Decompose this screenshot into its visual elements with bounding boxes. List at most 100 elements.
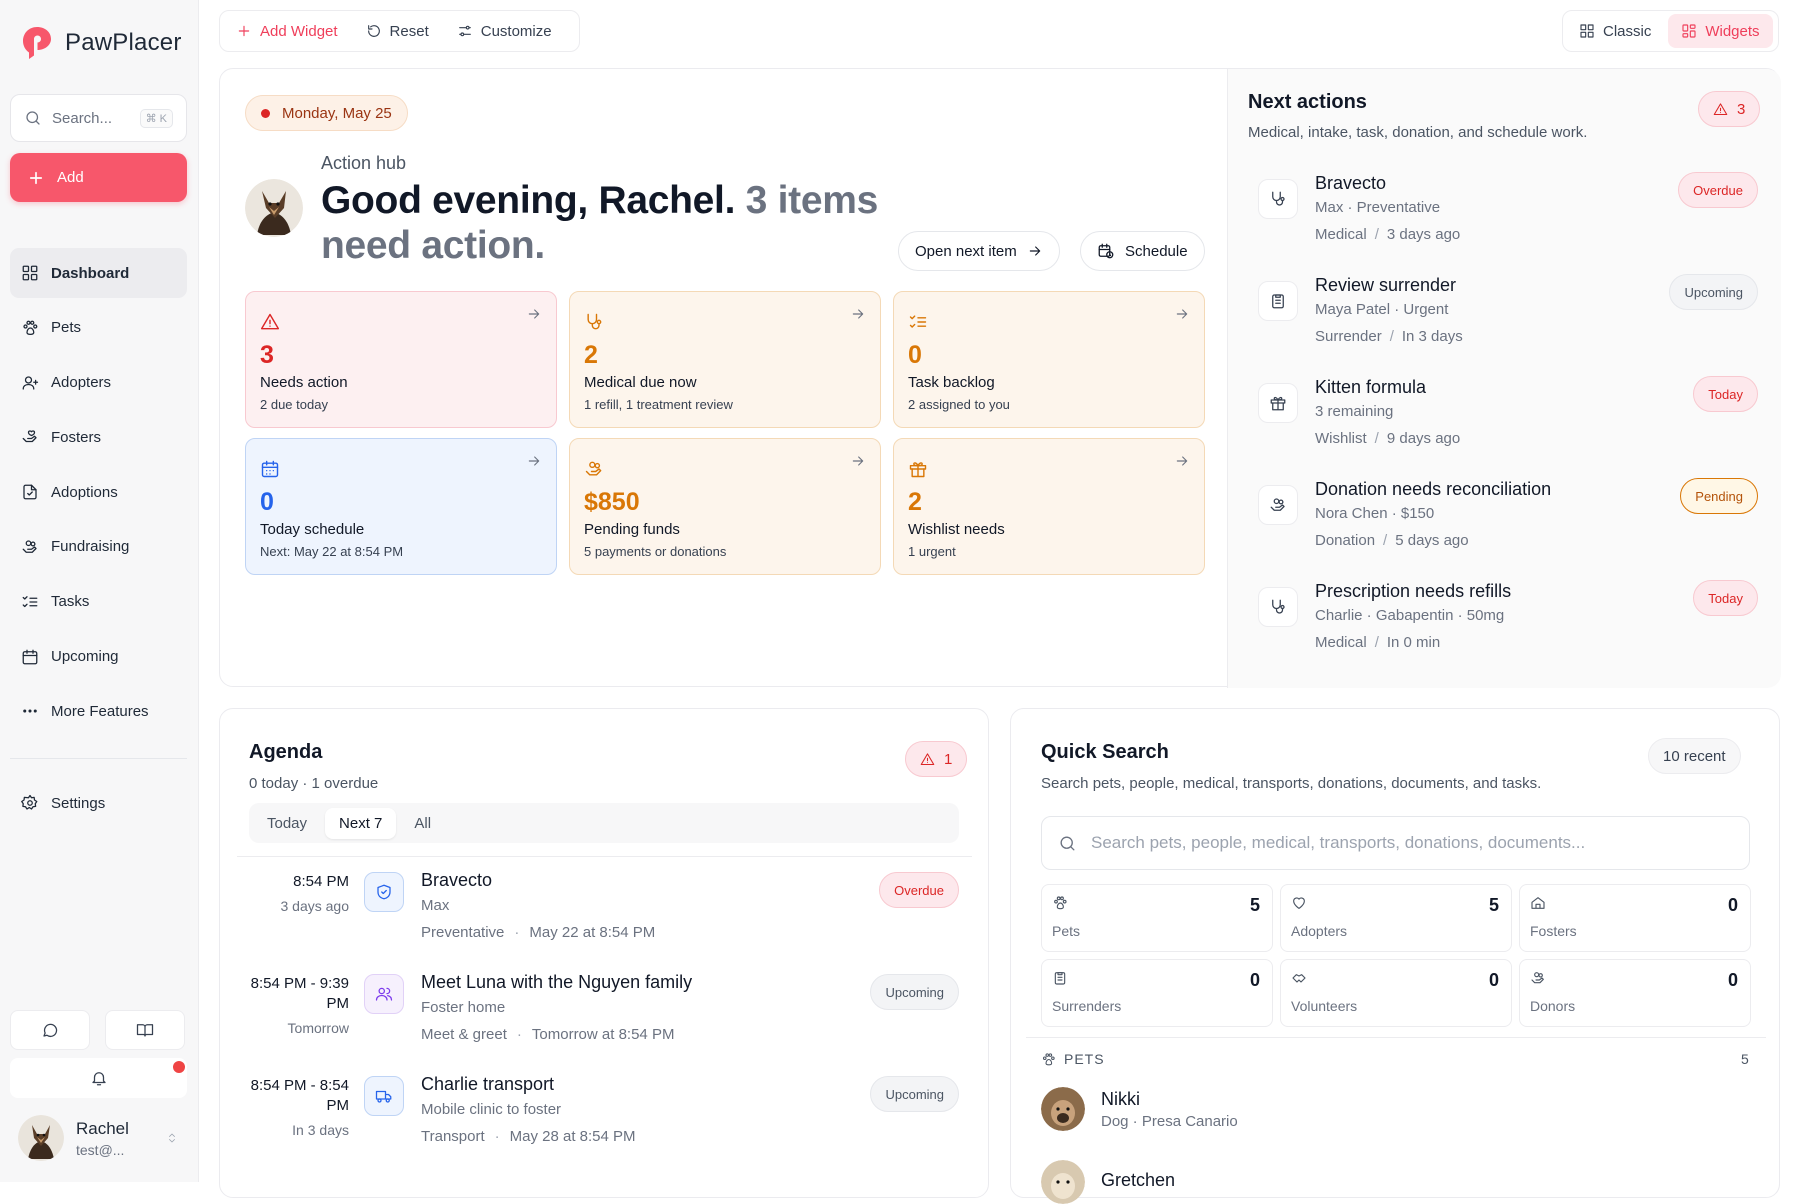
tile-sub: 1 urgent [908,544,956,559]
sidebar-item-dashboard[interactable]: Dashboard [10,248,187,298]
user-menu[interactable]: Rachel test@... [18,1115,178,1161]
view-classic-label: Classic [1603,22,1652,40]
sidebar-item-more-features[interactable]: More Features [10,686,187,736]
sidebar-item-label: Tasks [51,593,90,611]
sidebar-search[interactable]: Search... ⌘ K [10,94,187,142]
add-widget-button[interactable]: Add Widget [236,23,338,40]
action-hub-card: Monday, May 25 Action hub Good evening, … [219,68,1781,688]
action-meta: Donation/5 days ago [1315,532,1469,549]
tab-next-7[interactable]: Next 7 [325,807,397,839]
needs-action-tile[interactable]: 3 Needs action 2 due today [245,291,557,428]
gift-icon [909,462,927,478]
agenda-meta: Transport · May 28 at 8:54 PM [421,1128,636,1145]
action-title: Prescription needs refills [1315,581,1512,601]
agenda-detail: Mobile clinic to foster [421,1101,562,1118]
search-category-pets[interactable]: 5 Pets [1041,884,1273,952]
pet-name: Nikki [1101,1088,1140,1109]
alert-triangle-icon [1713,102,1728,115]
pet-result[interactable]: Gretchen [1041,1160,1175,1204]
sidebar-item-fundraising[interactable]: Fundraising [10,522,187,572]
agenda-meta: Preventative · May 22 at 8:54 PM [421,924,656,941]
arrow-right-icon [852,309,864,319]
docs-button[interactable] [105,1010,185,1050]
agenda-time: 8:54 PM - 9:39 PM [250,975,349,1012]
medical-due-tile[interactable]: 2 Medical due now 1 refill, 1 treatment … [569,291,881,428]
today-schedule-tile[interactable]: 0 Today schedule Next: May 22 at 8:54 PM [245,438,557,575]
status-badge: Pending [1680,478,1758,514]
wishlist-needs-tile[interactable]: 2 Wishlist needs 1 urgent [893,438,1205,575]
tile-sub: 1 refill, 1 treatment review [584,397,733,412]
hand-coins-icon [1258,485,1298,525]
chat-button[interactable] [10,1010,90,1050]
agenda-meta: Meet & greet · Tomorrow at 8:54 PM [421,1026,675,1043]
agenda-tabs: Today Next 7 All [249,803,959,843]
schedule-button[interactable]: Schedule [1080,231,1205,271]
category-label: Surrenders [1052,998,1122,1014]
search-category-volunteers[interactable]: 0 Volunteers [1280,959,1512,1027]
search-category-donors[interactable]: 0 Donors [1519,959,1751,1027]
view-widgets-button[interactable]: Widgets [1668,14,1773,48]
sidebar-item-settings[interactable]: Settings [10,778,187,828]
sidebar-item-fosters[interactable]: Fosters [10,412,187,462]
checklist-icon [909,315,927,328]
open-next-item-button[interactable]: Open next item [898,231,1060,271]
tile-value: $850 [584,488,640,516]
task-backlog-tile[interactable]: 0 Task backlog 2 assigned to you [893,291,1205,428]
sidebar-item-label: Pets [51,319,82,337]
sidebar-item-adopters[interactable]: Adopters [10,358,187,408]
tab-today[interactable]: Today [253,808,321,839]
agenda-title: Agenda [249,741,323,763]
action-detail: 3 remaining [1315,403,1394,420]
sidebar-item-pets[interactable]: Pets [10,303,187,353]
agenda-time: 8:54 PM [293,873,349,890]
action-meta: Wishlist/9 days ago [1315,430,1461,447]
search-category-fosters[interactable]: 0 Fosters [1519,884,1751,952]
pet-result[interactable]: Nikki Dog · Presa Canario [1041,1087,1238,1131]
sliders-icon [458,25,471,37]
tile-sub: 5 payments or donations [584,544,727,559]
sidebar-item-tasks[interactable]: Tasks [10,577,187,627]
next-action-item[interactable]: Review surrender Maya Patel · Urgent Sur… [1258,274,1758,377]
truck-icon [364,1076,404,1116]
heart-icon [1293,897,1305,909]
next-action-item[interactable]: Donation needs reconciliation Nora Chen … [1258,478,1758,581]
brand[interactable]: PawPlacer [21,25,182,61]
search-shortcut: ⌘ K [139,108,173,128]
agenda-alert-badge[interactable]: 1 [905,741,968,777]
tab-all[interactable]: All [400,808,445,839]
tile-label: Task backlog [908,374,995,391]
sidebar-search-label: Search... [52,109,113,127]
tile-value: 2 [584,341,598,369]
agenda-title: Meet Luna with the Nguyen family [421,972,693,992]
category-label: Volunteers [1291,998,1358,1014]
agenda-item[interactable]: 8:54 PM - 8:54 PM In 3 days Charlie tran… [249,1074,959,1176]
quick-search-input[interactable]: Search pets, people, medical, transports… [1041,816,1750,870]
open-next-label: Open next item [915,242,1017,260]
next-actions-title: Next actions [1248,91,1367,113]
dog-avatar-icon [245,179,303,237]
pending-funds-tile[interactable]: $850 Pending funds 5 payments or donatio… [569,438,881,575]
next-action-item[interactable]: Kitten formula 3 remaining Wishlist/9 da… [1258,376,1758,479]
search-category-adopters[interactable]: 5 Adopters [1280,884,1512,952]
add-button[interactable]: Add [10,153,187,202]
next-action-item[interactable]: Bravecto Max · Preventative Medical/3 da… [1258,172,1758,275]
arrow-right-icon [1029,246,1040,256]
notifications-button[interactable] [10,1058,187,1098]
customize-button[interactable]: Customize [457,23,552,40]
category-label: Pets [1052,923,1081,939]
next-actions-alert-badge[interactable]: 3 [1698,91,1761,127]
sidebar-item-adoptions[interactable]: Adoptions [10,467,187,517]
agenda-item[interactable]: 8:54 PM - 9:39 PM Tomorrow Meet Luna wit… [249,972,959,1074]
view-classic-button[interactable]: Classic [1566,14,1664,48]
reset-button[interactable]: Reset [366,23,429,40]
brand-name: PawPlacer [65,29,182,56]
search-icon [26,111,40,125]
quick-search-card: Quick Search Search pets, people, medica… [1010,708,1780,1204]
search-category-surrenders[interactable]: 0 Surrenders [1041,959,1273,1027]
gift-icon [1258,383,1298,423]
agenda-item[interactable]: 8:54 PM 3 days ago Bravecto Max Preventa… [249,870,959,972]
arrow-right-icon [528,309,540,319]
sidebar-item-upcoming[interactable]: Upcoming [10,632,187,682]
next-action-item[interactable]: Prescription needs refills Charlie · Gab… [1258,580,1758,683]
recent-badge[interactable]: 10 recent [1648,738,1741,774]
